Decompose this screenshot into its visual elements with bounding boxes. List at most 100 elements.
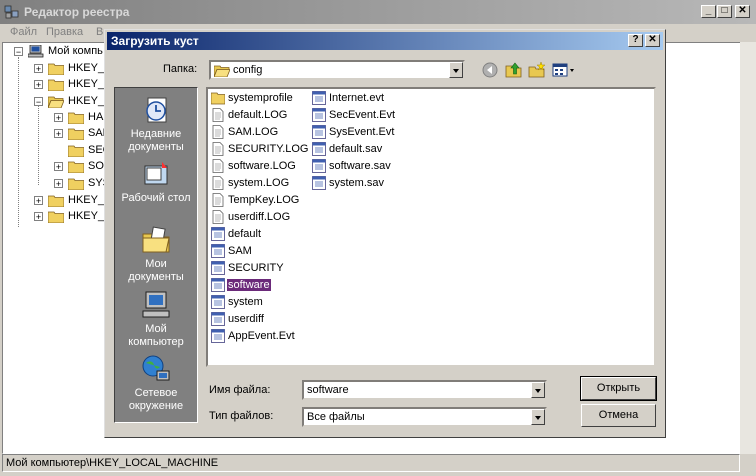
registry-file-icon xyxy=(312,176,326,190)
file-type-dropdown[interactable]: Все файлы xyxy=(302,407,547,427)
file-name: software xyxy=(227,279,271,291)
minimize-button[interactable]: _ xyxy=(701,5,716,18)
tree-line xyxy=(18,57,19,227)
registry-file-icon xyxy=(312,142,326,156)
menu-edit[interactable]: Правка xyxy=(46,26,83,38)
file-name: Internet.evt xyxy=(329,92,385,104)
registry-file-icon xyxy=(312,125,326,139)
text-file-icon xyxy=(212,210,224,224)
file-name: SECURITY xyxy=(228,262,284,274)
status-path: Мой компьютер\HKEY_LOCAL_MACHINE xyxy=(6,457,219,469)
file-name: SAM xyxy=(228,245,252,257)
open-folder-icon xyxy=(214,65,230,77)
file-name: system.LOG xyxy=(228,177,290,189)
registry-file-icon xyxy=(312,108,326,122)
open-button[interactable]: Открыть xyxy=(580,376,657,401)
text-file-icon xyxy=(212,142,224,156)
place-network[interactable]: Сетевое окружение xyxy=(115,353,197,413)
place-recent[interactable]: Недавние документы xyxy=(115,94,197,154)
place-desktop[interactable]: Рабочий стол xyxy=(115,158,197,205)
file-name: SAM.LOG xyxy=(228,126,279,138)
registry-file-icon xyxy=(312,91,326,105)
file-name: SECURITY.LOG xyxy=(228,143,309,155)
file-list[interactable]: systemprofile default.LOG SAM.LOG SECURITY.… xyxy=(206,87,656,367)
collapse-icon[interactable]: − xyxy=(14,47,23,57)
file-name: AppEvent.Evt xyxy=(228,330,295,342)
expand-icon[interactable]: + xyxy=(34,196,43,206)
chevron-down-icon[interactable] xyxy=(531,409,545,425)
registry-file-icon xyxy=(211,312,225,326)
place-label: Мой xyxy=(145,323,167,335)
registry-file-icon xyxy=(211,227,225,241)
text-file-icon xyxy=(212,108,224,122)
back-icon[interactable] xyxy=(480,60,500,80)
regedit-app-icon xyxy=(4,5,19,19)
desktop-icon xyxy=(144,162,168,185)
up-folder-icon[interactable] xyxy=(504,60,524,80)
expand-icon[interactable]: + xyxy=(54,179,63,189)
registry-file-icon xyxy=(211,295,225,309)
file-name: SecEvent.Evt xyxy=(329,109,396,121)
file-name: software.LOG xyxy=(228,160,296,172)
place-label: документы xyxy=(128,271,184,283)
tree-line xyxy=(38,105,39,185)
file-name-input[interactable]: software xyxy=(302,380,547,400)
status-bar: Мой компьютер\HKEY_LOCAL_MACHINE xyxy=(2,454,740,472)
maximize-button[interactable]: □ xyxy=(717,5,732,18)
expand-icon[interactable]: + xyxy=(34,212,43,222)
view-menu-icon[interactable] xyxy=(551,60,577,80)
text-file-icon xyxy=(212,125,224,139)
dialog-title-bar: Загрузить куст ? ✕ xyxy=(107,32,663,50)
chevron-down-icon[interactable] xyxy=(449,62,463,78)
chevron-down-icon[interactable] xyxy=(531,382,545,398)
folder-icon xyxy=(68,145,84,157)
expand-icon[interactable]: + xyxy=(54,129,63,139)
registry-file-icon xyxy=(211,278,225,292)
computer-icon xyxy=(28,45,44,58)
file-name-value: software xyxy=(307,384,349,396)
open-folder-icon xyxy=(48,96,64,108)
folder-icon xyxy=(68,128,84,140)
folder-icon xyxy=(68,161,84,173)
file-name: userdiff xyxy=(228,313,264,325)
help-button[interactable]: ? xyxy=(628,34,643,47)
file-type-label: Тип файлов: xyxy=(209,410,274,422)
regedit-title-bar: Редактор реестра _ □ ✕ xyxy=(0,0,756,24)
dialog-close-button[interactable]: ✕ xyxy=(645,34,660,47)
text-file-icon xyxy=(212,176,224,190)
expand-icon[interactable]: + xyxy=(34,64,43,74)
place-my-documents[interactable]: Мои документы xyxy=(115,224,197,284)
tree-label: Мой компь xyxy=(48,45,103,57)
recent-docs-icon xyxy=(146,97,167,123)
place-label: окружение xyxy=(128,400,184,412)
place-label: компьютер xyxy=(128,336,184,348)
folder-label: Папка: xyxy=(163,63,198,75)
expand-icon[interactable]: + xyxy=(54,113,63,123)
menu-view[interactable]: В xyxy=(96,26,103,38)
file-name-label: Имя файла: xyxy=(209,384,271,396)
menu-file[interactable]: Файл xyxy=(10,26,37,38)
file-name: default.sav xyxy=(329,143,383,155)
place-label: Сетевое xyxy=(134,387,178,399)
file-name: system xyxy=(228,296,263,308)
regedit-title: Редактор реестра xyxy=(24,5,130,19)
expand-icon[interactable]: + xyxy=(34,80,43,90)
new-folder-icon[interactable] xyxy=(527,60,547,80)
places-bar: Недавние документы Рабочий стол Мои доку… xyxy=(114,87,198,423)
folder-icon xyxy=(211,92,225,105)
registry-file-icon xyxy=(211,244,225,258)
registry-file-icon xyxy=(312,159,326,173)
place-my-computer[interactable]: Мой компьютер xyxy=(115,289,197,349)
close-button[interactable]: ✕ xyxy=(735,5,750,18)
place-label: Недавние xyxy=(130,128,182,140)
folder-dropdown[interactable]: config xyxy=(209,60,465,80)
cancel-button[interactable]: Отмена xyxy=(581,404,656,427)
text-file-icon xyxy=(212,193,224,207)
folder-icon xyxy=(48,79,64,91)
file-name: system.sav xyxy=(329,177,385,189)
registry-file-icon xyxy=(211,329,225,343)
collapse-icon[interactable]: − xyxy=(34,97,43,107)
place-label: Рабочий стол xyxy=(121,192,191,204)
regedit-scrollbar[interactable] xyxy=(740,42,756,454)
expand-icon[interactable]: + xyxy=(54,162,63,172)
